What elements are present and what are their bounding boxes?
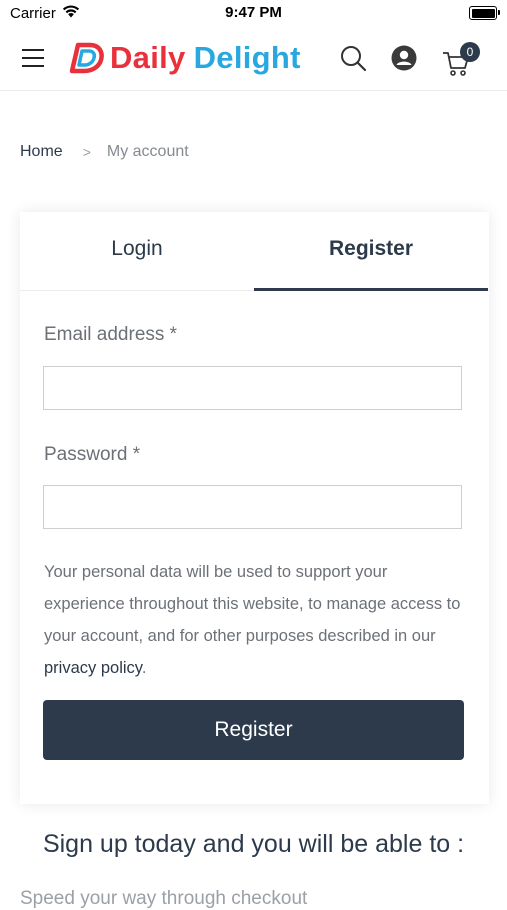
email-label: Email address * — [44, 324, 178, 345]
tab-register-label: Register — [328, 237, 414, 260]
site-logo[interactable]: Daily Delight — [68, 38, 301, 78]
signup-heading: Sign up today and you will be able to : — [42, 830, 465, 858]
account-form-card: Login Register Email address * Password … — [20, 212, 489, 804]
logo-word-daily: Daily — [110, 40, 186, 75]
privacy-text: Your personal data will be used to suppo… — [44, 563, 461, 645]
breadcrumb-separator: > — [82, 144, 91, 160]
breadcrumb: Home > My account — [20, 143, 189, 161]
cart-button[interactable]: 0 — [441, 42, 481, 76]
signup-benefit-text: Speed your way through checkout — [20, 888, 308, 909]
register-button[interactable]: Register — [43, 700, 464, 760]
tab-register[interactable]: Register — [254, 212, 488, 291]
search-icon[interactable] — [339, 44, 367, 72]
clock: 9:47 PM — [225, 4, 282, 21]
tab-login[interactable]: Login — [20, 212, 254, 290]
active-tab-indicator — [254, 288, 488, 291]
site-header: Daily Delight 0 — [0, 28, 507, 91]
privacy-policy-link[interactable]: privacy policy — [44, 659, 142, 677]
password-field[interactable] — [43, 485, 462, 529]
email-field[interactable] — [43, 366, 462, 410]
logo-word-delight: Delight — [193, 40, 301, 75]
menu-icon[interactable] — [22, 49, 44, 67]
logo-mark-icon — [69, 42, 104, 74]
breadcrumb-home-link[interactable]: Home — [20, 143, 63, 161]
privacy-end: . — [141, 659, 147, 677]
account-icon[interactable] — [391, 45, 417, 71]
privacy-notice: Your personal data will be used to suppo… — [44, 556, 469, 684]
password-label: Password * — [44, 444, 141, 465]
cart-count-badge: 0 — [460, 42, 480, 62]
breadcrumb-current: My account — [106, 143, 189, 160]
account-tabs: Login Register — [20, 212, 489, 291]
status-bar: Carrier 9:47 PM — [0, 0, 507, 28]
battery-icon — [469, 6, 500, 20]
